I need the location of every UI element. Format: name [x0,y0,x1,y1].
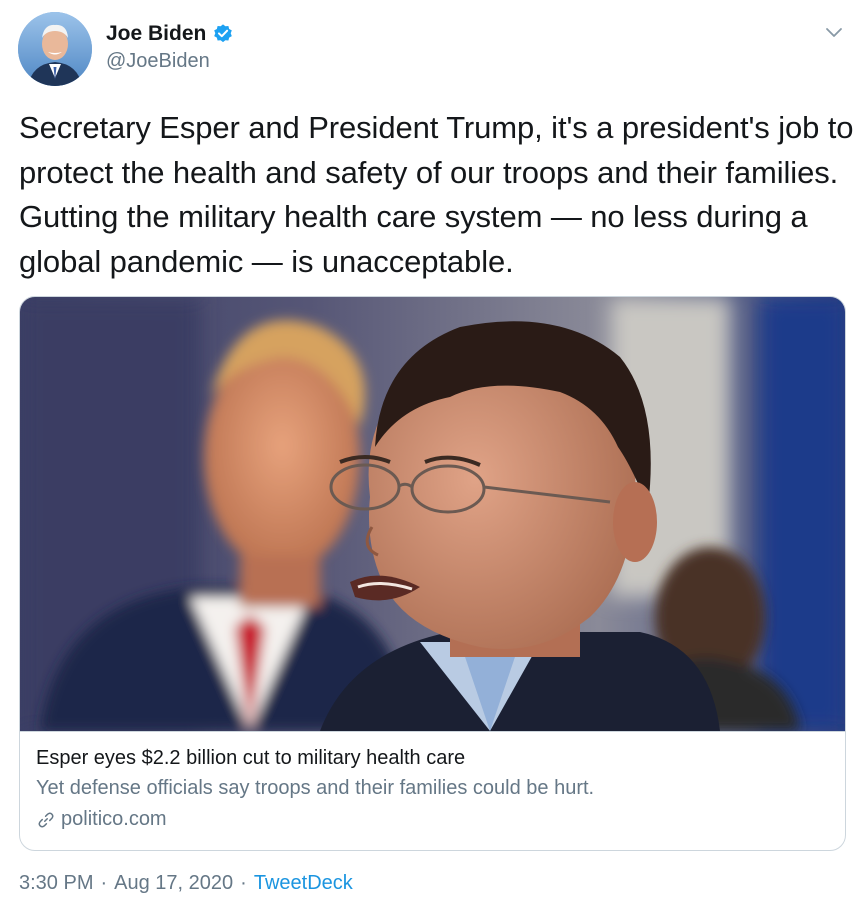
meta-separator: · [100,872,108,894]
tweet-date[interactable]: Aug 17, 2020 [114,872,233,895]
tweet-text: Secretary Esper and President Trump, it'… [19,110,854,279]
tweet-meta: 3:30 PM · Aug 17, 2020 · TweetDeck [19,872,353,895]
link-icon [36,809,56,829]
tweet-source-link[interactable]: TweetDeck [254,872,353,895]
profile-photo [18,12,92,86]
chevron-down-icon[interactable] [822,20,846,44]
link-preview-card[interactable]: Esper eyes $2.2 billion cut to military … [19,296,846,851]
author-name-row: Joe Biden [106,20,234,48]
card-body: Esper eyes $2.2 billion cut to military … [20,731,845,850]
tweet: Joe Biden @JoeBiden Secretary Esper and … [0,0,866,907]
verified-badge-icon [212,23,234,45]
card-title[interactable]: Esper eyes $2.2 billion cut to military … [36,744,845,772]
author-block: Joe Biden @JoeBiden [106,20,234,73]
card-domain-row: politico.com [36,804,845,834]
tweet-time[interactable]: 3:30 PM [19,872,93,895]
author-handle[interactable]: @JoeBiden [106,50,234,73]
card-domain: politico.com [61,808,167,830]
card-image [20,297,845,731]
card-description: Yet defense officials say troops and the… [36,777,595,799]
meta-separator: · [240,872,247,894]
author-avatar[interactable] [18,12,92,86]
author-name[interactable]: Joe Biden [106,22,206,46]
